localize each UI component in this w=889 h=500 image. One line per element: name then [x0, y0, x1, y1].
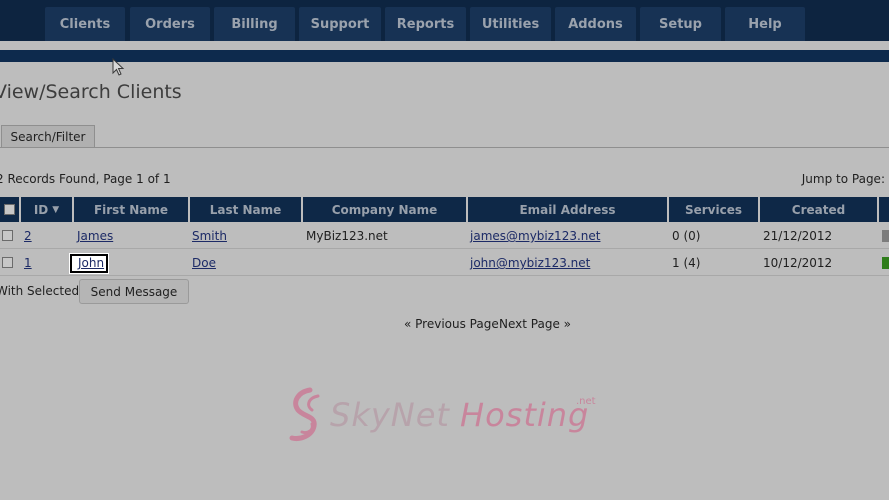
nav-support[interactable]: Support — [299, 7, 381, 41]
client-last-name-link[interactable]: Smith — [192, 229, 227, 243]
header-id-label: ID — [33, 202, 49, 217]
client-email-link[interactable]: james@mybiz123.net — [470, 229, 600, 243]
previous-page-link[interactable]: « Previous Page — [404, 317, 499, 331]
nav-billing[interactable]: Billing — [214, 7, 295, 41]
tab-divider — [0, 147, 889, 148]
watermark-logo: SkyNet Hosting .net — [288, 386, 608, 446]
client-created: 10/12/2012 — [763, 256, 833, 270]
header-company-name[interactable]: Company Name — [303, 197, 466, 222]
nav-setup[interactable]: Setup — [640, 7, 721, 41]
select-all-checkbox[interactable] — [4, 204, 15, 215]
client-services: 1 (4) — [672, 256, 701, 270]
row-checkbox[interactable] — [2, 257, 13, 268]
client-email-link[interactable]: john@mybiz123.net — [470, 256, 590, 270]
nav-addons[interactable]: Addons — [555, 7, 636, 41]
header-last-name[interactable]: Last Name — [190, 197, 301, 222]
header-select-all — [0, 197, 19, 222]
header-status — [879, 197, 889, 222]
row-divider — [0, 275, 889, 276]
client-last-name-link[interactable]: Doe — [192, 256, 216, 270]
nav-clients[interactable]: Clients — [45, 7, 125, 41]
watermark-text-hosting: Hosting — [460, 396, 590, 434]
header-created[interactable]: Created — [760, 197, 877, 222]
status-badge — [882, 257, 889, 269]
mouse-cursor-icon — [112, 58, 125, 76]
jump-to-page-label: Jump to Page: — [801, 172, 885, 186]
top-navigation-bar: Clients Orders Billing Support Reports U… — [0, 0, 889, 62]
send-message-button[interactable]: Send Message — [79, 279, 189, 304]
client-id-link[interactable]: 2 — [24, 229, 32, 243]
client-company: MyBiz123.net — [306, 229, 388, 243]
header-email-address[interactable]: Email Address — [468, 197, 667, 222]
client-id-link[interactable]: 1 — [24, 256, 32, 270]
swirl-logo-icon — [289, 387, 320, 441]
sort-desc-icon: ▼ — [52, 204, 60, 215]
watermark-tld: .net — [576, 396, 596, 407]
tab-search-filter[interactable]: Search/Filter — [1, 125, 95, 148]
nav-utilities[interactable]: Utilities — [470, 7, 551, 41]
header-first-name[interactable]: First Name — [74, 197, 188, 222]
nav-reports[interactable]: Reports — [385, 7, 466, 41]
watermark-text-skynet: SkyNet — [330, 396, 450, 434]
row-divider — [0, 248, 889, 249]
client-services: 0 (0) — [672, 229, 701, 243]
client-first-name-link[interactable]: James — [77, 229, 113, 243]
header-services[interactable]: Services — [669, 197, 758, 222]
next-page-link[interactable]: Next Page » — [499, 317, 571, 331]
status-badge — [882, 230, 889, 242]
header-id[interactable]: ID ▼ — [21, 197, 72, 222]
nav-orders[interactable]: Orders — [130, 7, 210, 41]
row-checkbox[interactable] — [2, 230, 13, 241]
page-title: View/Search Clients — [0, 81, 182, 103]
client-created: 21/12/2012 — [763, 229, 833, 243]
with-selected-label: With Selected: — [0, 284, 84, 298]
records-found: 2 Records Found, Page 1 of 1 — [0, 172, 171, 186]
nav-separator — [0, 41, 889, 50]
client-first-name-link[interactable]: John — [78, 256, 104, 270]
nav-help[interactable]: Help — [725, 7, 805, 41]
nav-underline — [0, 50, 889, 62]
main-nav: Clients Orders Billing Support Reports U… — [0, 0, 889, 41]
